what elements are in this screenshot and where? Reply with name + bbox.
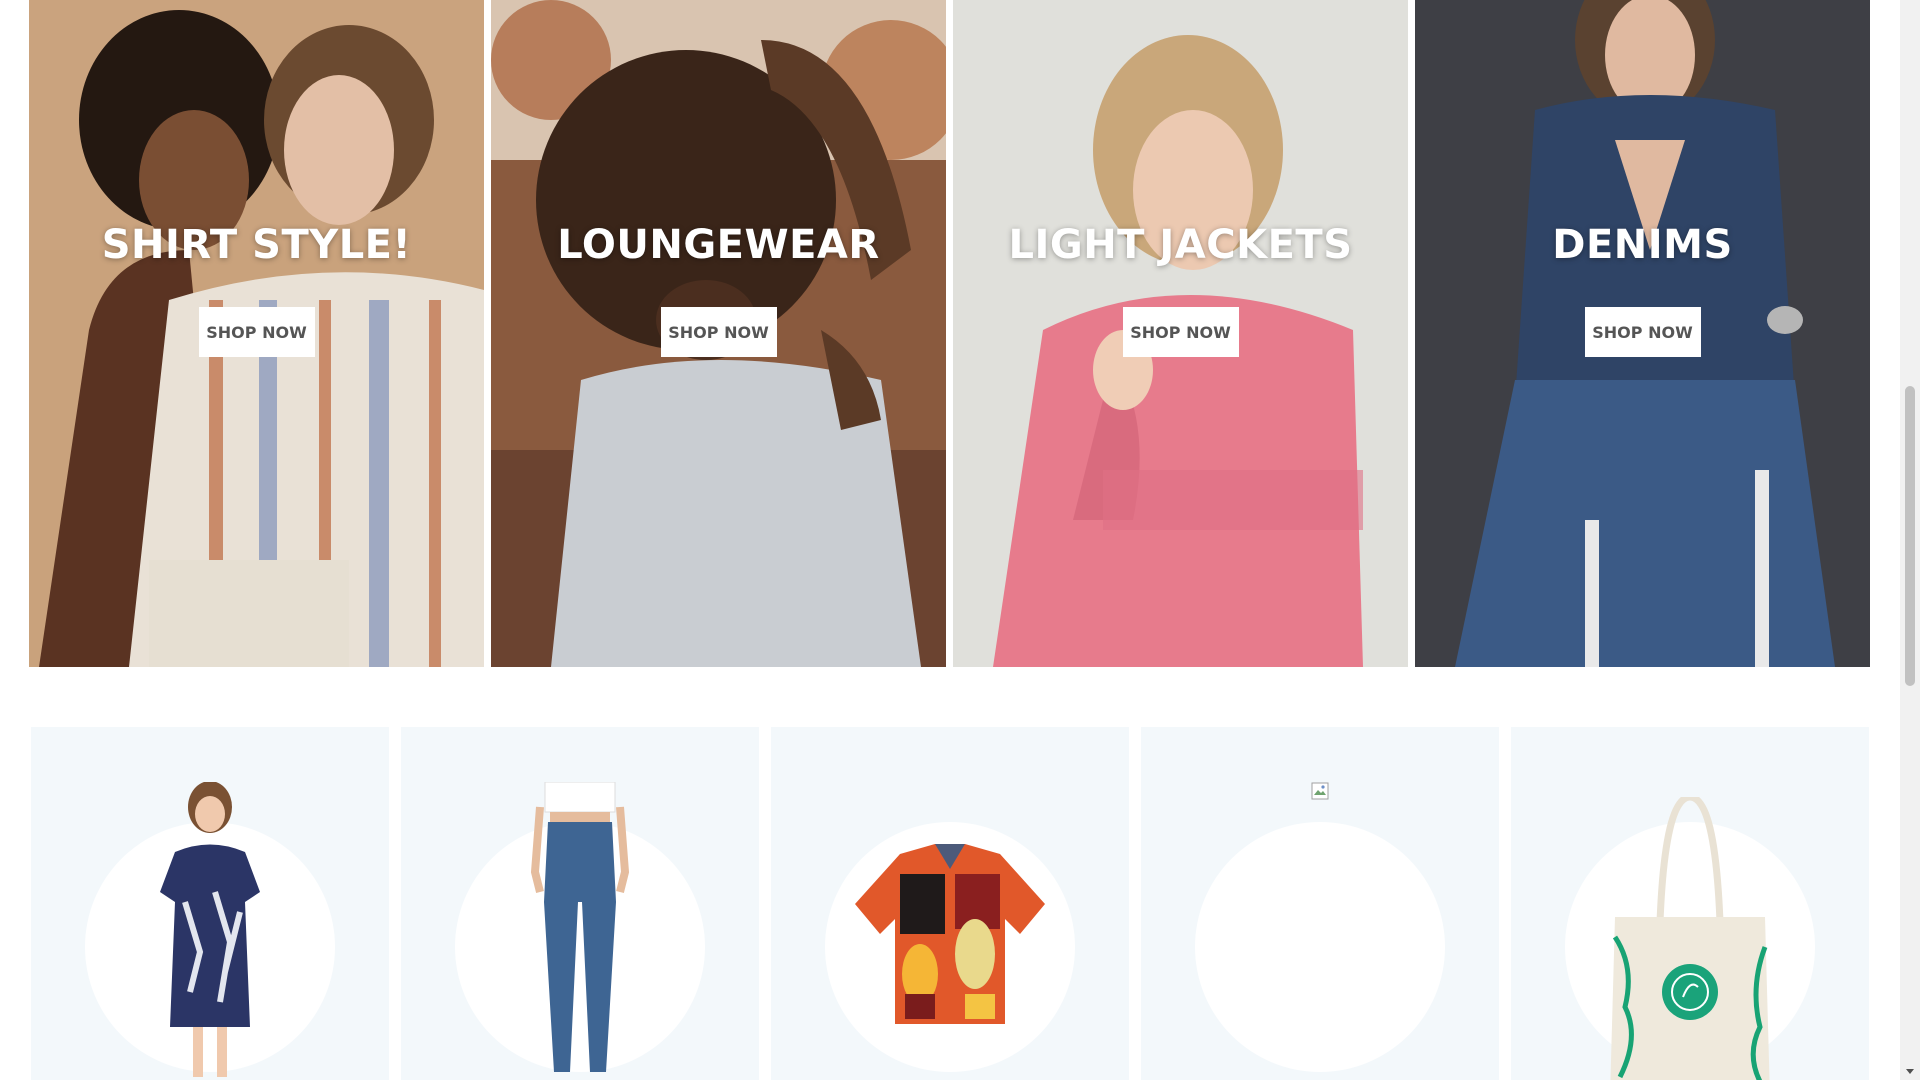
banner-title: DENIMS [1552, 222, 1733, 268]
banner-loungewear[interactable]: LOUNGEWEAR SHOP NOW [491, 0, 946, 667]
shop-now-button[interactable]: SHOP NOW [1584, 307, 1701, 357]
scroll-down-arrow-icon[interactable] [1900, 1064, 1920, 1080]
product-card[interactable] [1511, 727, 1869, 1080]
denim-jeggings-image [530, 782, 630, 1072]
banner-denims[interactable]: DENIMS SHOP NOW [1415, 0, 1870, 667]
product-card[interactable] [1141, 727, 1499, 1080]
page-scrollbar[interactable] [1900, 0, 1920, 1080]
product-circle-bg [1195, 822, 1445, 1072]
product-row [31, 727, 1869, 1080]
scrollbar-thumb[interactable] [1905, 386, 1915, 686]
banner-title: LOUNGEWEAR [557, 222, 880, 268]
category-banners: SHIRT STYLE! SHOP NOW LOUNGEWEAR SHOP NO… [29, 0, 1870, 667]
broken-image-icon [1311, 782, 1329, 800]
shop-now-button[interactable]: SHOP NOW [660, 307, 777, 357]
shop-now-button[interactable]: SHOP NOW [1122, 307, 1239, 357]
tote-bag-image [1610, 797, 1770, 1080]
printed-shirt-image [855, 844, 1045, 1024]
banner-title: LIGHT JACKETS [1008, 222, 1353, 268]
printed-dress-image [160, 782, 260, 1077]
product-card[interactable] [31, 727, 389, 1080]
banner-light-jackets[interactable]: LIGHT JACKETS SHOP NOW [953, 0, 1408, 667]
banner-title: SHIRT STYLE! [101, 222, 412, 268]
product-card[interactable] [401, 727, 759, 1080]
page: SHIRT STYLE! SHOP NOW LOUNGEWEAR SHOP NO… [0, 0, 1920, 1080]
banner-shirt-style[interactable]: SHIRT STYLE! SHOP NOW [29, 0, 484, 667]
shop-now-button[interactable]: SHOP NOW [198, 307, 315, 357]
product-card[interactable] [771, 727, 1129, 1080]
